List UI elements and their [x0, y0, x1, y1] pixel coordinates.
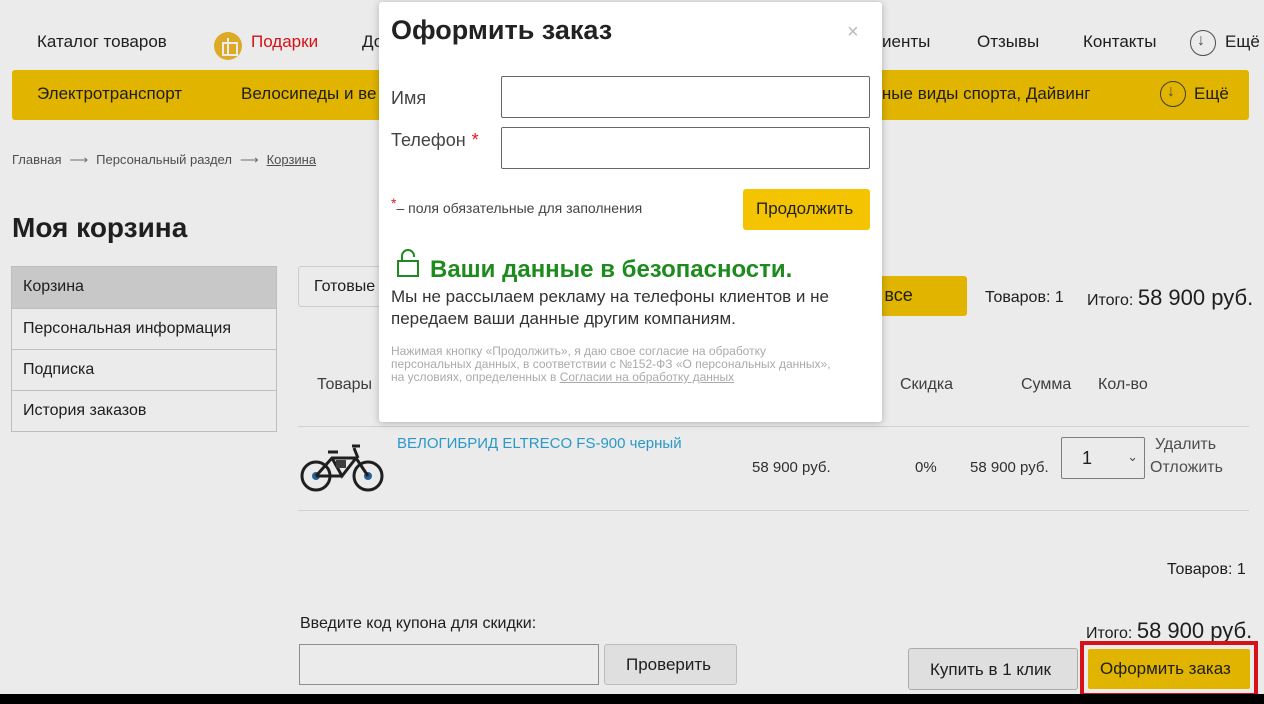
safe-text: Мы не рассылаем рекламу на телефоны клие… [391, 287, 829, 328]
modal-title: Оформить заказ [391, 15, 613, 45]
bottom-bar [0, 694, 1264, 704]
safe-title: Ваши данные в безопасности. [430, 256, 793, 283]
consent-link[interactable]: Согласии на обработку данных [560, 370, 734, 384]
order-modal: Оформить заказ × Имя Телефон * *– поля об… [379, 2, 882, 422]
required-note-text: – поля обязательные для заполнения [396, 200, 643, 216]
required-mark: * [471, 130, 479, 150]
required-note: *– поля обязательные для заполнения [391, 195, 643, 216]
consent-text: Нажимая кнопку «Продолжить», я даю свое … [391, 345, 841, 384]
continue-button[interactable]: Продолжить [743, 189, 870, 230]
name-label: Имя [391, 88, 427, 108]
phone-label: Телефон * [391, 130, 479, 151]
name-field[interactable] [501, 76, 870, 118]
unlock-icon [397, 249, 419, 277]
phone-label-text: Телефон [391, 130, 466, 150]
required-mark: * [391, 195, 397, 211]
phone-field[interactable] [501, 127, 870, 169]
close-icon[interactable]: × [847, 21, 859, 44]
